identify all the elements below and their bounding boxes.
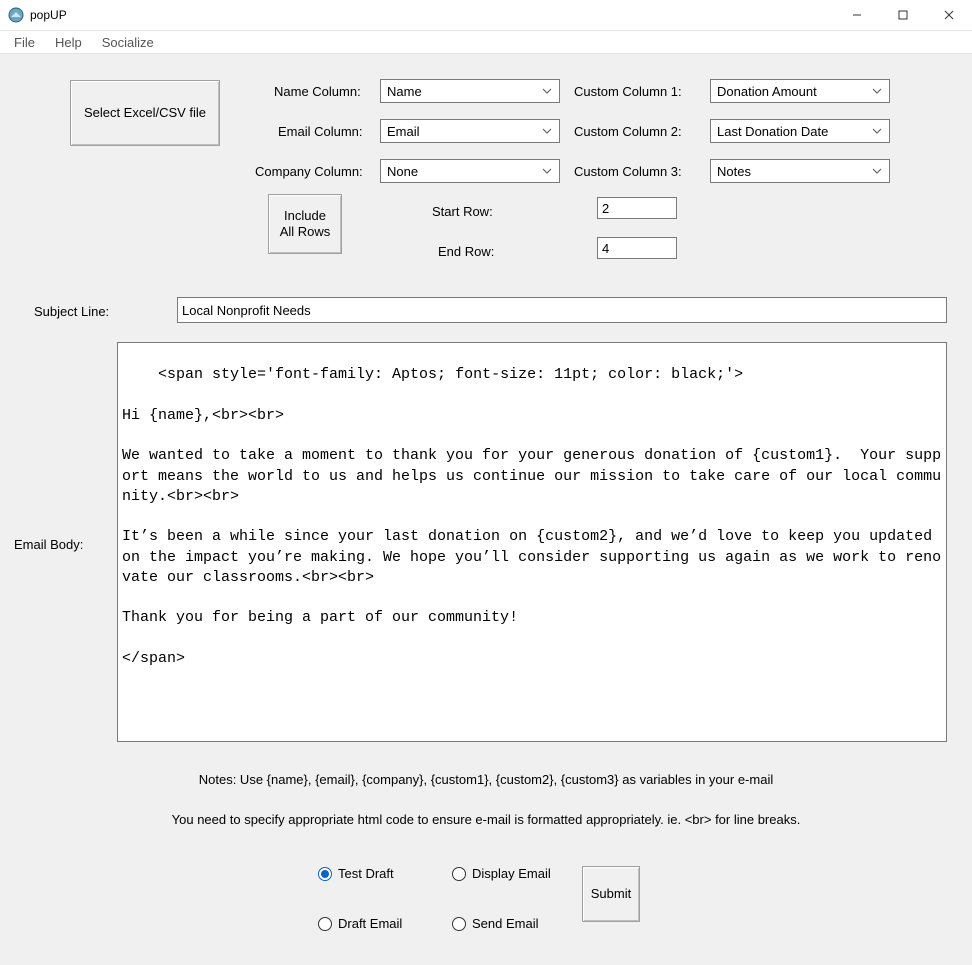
- start-row-label: Start Row:: [432, 204, 493, 219]
- minimize-button[interactable]: [834, 0, 880, 30]
- company-column-label: Company Column:: [255, 164, 363, 179]
- select-file-button[interactable]: Select Excel/CSV file: [70, 80, 220, 146]
- menu-file[interactable]: File: [4, 33, 45, 52]
- chevron-down-icon: [539, 128, 555, 134]
- custom1-value: Donation Amount: [717, 84, 817, 99]
- end-row-label: End Row:: [438, 244, 494, 259]
- email-column-label: Email Column:: [278, 124, 363, 139]
- start-row-value: 2: [602, 201, 609, 216]
- notes-line-2: You need to specify appropriate html cod…: [0, 812, 972, 827]
- custom2-label: Custom Column 2:: [574, 124, 682, 139]
- app-icon: [8, 7, 24, 23]
- title-bar: popUP: [0, 0, 972, 30]
- custom1-select[interactable]: Donation Amount: [710, 79, 890, 103]
- radio-dot-icon: [318, 917, 332, 931]
- select-file-label: Select Excel/CSV file: [84, 105, 206, 121]
- menu-bar: File Help Socialize: [0, 30, 972, 54]
- name-column-select[interactable]: Name: [380, 79, 560, 103]
- menu-socialize[interactable]: Socialize: [92, 33, 164, 52]
- radio-send-email[interactable]: Send Email: [452, 916, 538, 931]
- submit-button[interactable]: Submit: [582, 866, 640, 922]
- name-column-label: Name Column:: [274, 84, 361, 99]
- close-button[interactable]: [926, 0, 972, 30]
- chevron-down-icon: [869, 88, 885, 94]
- name-column-value: Name: [387, 84, 422, 99]
- radio-dot-icon: [452, 917, 466, 931]
- radio-send-email-label: Send Email: [472, 916, 538, 931]
- email-column-select[interactable]: Email: [380, 119, 560, 143]
- radio-dot-icon: [452, 867, 466, 881]
- email-body-value: <span style='font-family: Aptos; font-si…: [122, 366, 941, 667]
- company-column-value: None: [387, 164, 418, 179]
- chevron-down-icon: [539, 168, 555, 174]
- custom1-label: Custom Column 1:: [574, 84, 682, 99]
- radio-dot-icon: [318, 867, 332, 881]
- subject-input[interactable]: Local Nonprofit Needs: [177, 297, 947, 323]
- radio-draft-email[interactable]: Draft Email: [318, 916, 402, 931]
- include-all-rows-button[interactable]: Include All Rows: [268, 194, 342, 254]
- notes-line-1: Notes: Use {name}, {email}, {company}, {…: [0, 772, 972, 787]
- radio-test-draft-label: Test Draft: [338, 866, 394, 881]
- chevron-down-icon: [869, 168, 885, 174]
- radio-test-draft[interactable]: Test Draft: [318, 866, 394, 881]
- custom2-value: Last Donation Date: [717, 124, 828, 139]
- start-row-input[interactable]: 2: [597, 197, 677, 219]
- subject-label: Subject Line:: [34, 304, 109, 319]
- submit-label: Submit: [591, 886, 631, 902]
- end-row-input[interactable]: 4: [597, 237, 677, 259]
- radio-draft-email-label: Draft Email: [338, 916, 402, 931]
- chevron-down-icon: [869, 128, 885, 134]
- email-column-value: Email: [387, 124, 420, 139]
- company-column-select[interactable]: None: [380, 159, 560, 183]
- chevron-down-icon: [539, 88, 555, 94]
- include-all-rows-label: Include All Rows: [280, 208, 331, 241]
- radio-display-email-label: Display Email: [472, 866, 551, 881]
- subject-value: Local Nonprofit Needs: [182, 303, 311, 318]
- client-area: Select Excel/CSV file Name Column: Email…: [0, 54, 972, 965]
- end-row-value: 4: [602, 241, 609, 256]
- email-body-input[interactable]: <span style='font-family: Aptos; font-si…: [117, 342, 947, 742]
- window-title: popUP: [30, 8, 67, 22]
- custom3-label: Custom Column 3:: [574, 164, 682, 179]
- maximize-button[interactable]: [880, 0, 926, 30]
- email-body-label: Email Body:: [14, 537, 83, 552]
- radio-display-email[interactable]: Display Email: [452, 866, 551, 881]
- custom3-value: Notes: [717, 164, 751, 179]
- custom2-select[interactable]: Last Donation Date: [710, 119, 890, 143]
- custom3-select[interactable]: Notes: [710, 159, 890, 183]
- menu-help[interactable]: Help: [45, 33, 92, 52]
